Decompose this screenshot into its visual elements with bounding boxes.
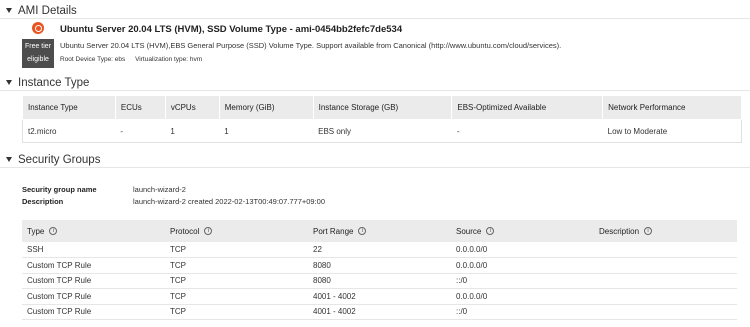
info-icon[interactable]: i <box>358 227 367 236</box>
table-cell: ::/0 <box>451 273 594 289</box>
table-cell: 1 <box>165 119 220 143</box>
root-device-type: Root Device Type: ebs <box>60 56 126 63</box>
table-cell: 0.0.0.0/0 <box>451 257 594 274</box>
table-cell: Custom TCP Rule <box>22 288 165 305</box>
column-header-protocol: Protocol i <box>165 220 308 242</box>
table-cell: TCP <box>165 242 308 258</box>
table-cell: Custom TCP Rule <box>22 257 165 274</box>
caret-down-icon <box>6 8 12 13</box>
free-tier-badge: Free tier eligible <box>22 39 54 68</box>
table-cell: TCP <box>165 304 308 320</box>
security-groups-section-header[interactable]: Security Groups <box>0 152 750 168</box>
section-title: Instance Type <box>18 76 90 89</box>
table-cell <box>594 288 737 305</box>
table-cell: - <box>115 119 166 143</box>
security-group-description-label: Description <box>22 197 64 206</box>
table-cell <box>594 242 737 258</box>
free-tier-eligible-label: eligible <box>27 56 49 63</box>
free-tier-label: Free tier <box>24 43 52 50</box>
table-cell: t2.micro <box>22 119 116 143</box>
table-row: Custom TCP Rule TCP 8080 0.0.0.0/0 <box>22 257 737 274</box>
caret-down-icon <box>6 157 12 162</box>
table-row: Custom TCP Rule TCP 4001 - 4002 0.0.0.0/… <box>22 288 737 305</box>
column-header-label: Source <box>456 226 482 236</box>
instance-type-table: Instance Type ECUs vCPUs Memory (GiB) In… <box>22 95 742 143</box>
table-cell: TCP <box>165 273 308 289</box>
ami-details-section-header[interactable]: AMI Details <box>0 3 750 19</box>
table-cell: 4001 - 4002 <box>308 304 451 320</box>
table-cell <box>594 304 737 320</box>
column-header-description: Description i <box>594 220 737 242</box>
table-cell: Low to Moderate <box>602 119 742 143</box>
ami-description: Ubuntu Server 20.04 LTS (HVM),EBS Genera… <box>60 41 562 50</box>
ubuntu-logo-icon <box>32 22 44 34</box>
ami-details: Free tier eligible Ubuntu Server 20.04 L… <box>22 22 742 68</box>
table-cell: 4001 - 4002 <box>308 288 451 305</box>
table-cell <box>594 257 737 274</box>
column-header: Instance Storage (GB) <box>312 95 453 120</box>
table-row: Custom TCP Rule TCP 8080 ::/0 <box>22 273 737 289</box>
table-header-row: Instance Type ECUs vCPUs Memory (GiB) In… <box>22 95 742 120</box>
table-cell: - <box>451 119 603 143</box>
ami-title: Ubuntu Server 20.04 LTS (HVM), SSD Volum… <box>60 24 403 35</box>
instance-type-section-header[interactable]: Instance Type <box>0 75 750 91</box>
table-cell <box>594 273 737 289</box>
column-header-label: Protocol <box>170 226 200 236</box>
security-group-name-value: launch-wizard-2 <box>133 185 186 194</box>
table-cell: TCP <box>165 257 308 274</box>
section-title: AMI Details <box>18 4 77 17</box>
section-title: Security Groups <box>18 153 101 166</box>
caret-down-icon <box>6 80 12 85</box>
column-header: vCPUs <box>164 95 220 120</box>
ami-meta: Root Device Type: ebs Virtualization typ… <box>60 56 202 63</box>
column-header-port-range: Port Range i <box>308 220 451 242</box>
table-cell: Custom TCP Rule <box>22 273 165 289</box>
column-header-label: Port Range <box>313 226 354 236</box>
table-row: t2.micro - 1 1 EBS only - Low to Moderat… <box>22 119 742 143</box>
table-row: Custom TCP Rule TCP 4001 - 4002 ::/0 <box>22 304 737 320</box>
column-header-label: Type <box>27 226 45 236</box>
column-header: EBS-Optimized Available <box>451 95 604 120</box>
table-cell: 0.0.0.0/0 <box>451 288 594 305</box>
table-cell: 8080 <box>308 257 451 274</box>
security-rules-table: Type i Protocol i Port Range i Source i Desc… <box>22 220 737 320</box>
table-cell: 22 <box>308 242 451 258</box>
column-header: Network Performance <box>602 95 742 120</box>
column-header-type: Type i <box>22 220 165 242</box>
info-icon[interactable]: i <box>204 227 213 236</box>
table-cell: EBS only <box>313 119 452 143</box>
virtualization-type: Virtualization type: hvm <box>135 56 203 63</box>
table-cell: 8080 <box>308 273 451 289</box>
table-cell: SSH <box>22 242 165 258</box>
info-icon[interactable]: i <box>644 227 653 236</box>
info-icon[interactable]: i <box>49 227 58 236</box>
table-row: SSH TCP 22 0.0.0.0/0 <box>22 242 737 258</box>
table-cell: Custom TCP Rule <box>22 304 165 320</box>
column-header: ECUs <box>114 95 166 120</box>
table-cell: ::/0 <box>451 304 594 320</box>
column-header: Instance Type <box>22 95 116 120</box>
info-icon[interactable]: i <box>486 227 495 236</box>
table-header-row: Type i Protocol i Port Range i Source i Desc… <box>22 220 737 242</box>
table-cell: TCP <box>165 288 308 305</box>
column-header-source: Source i <box>451 220 594 242</box>
column-header-label: Description <box>599 226 640 236</box>
security-group-description-value: launch-wizard-2 created 2022-02-13T00:49… <box>133 197 326 206</box>
security-group-name-label: Security group name <box>22 185 97 194</box>
table-cell: 0.0.0.0/0 <box>451 242 594 258</box>
column-header: Memory (GiB) <box>218 95 314 120</box>
table-cell: 1 <box>219 119 314 143</box>
